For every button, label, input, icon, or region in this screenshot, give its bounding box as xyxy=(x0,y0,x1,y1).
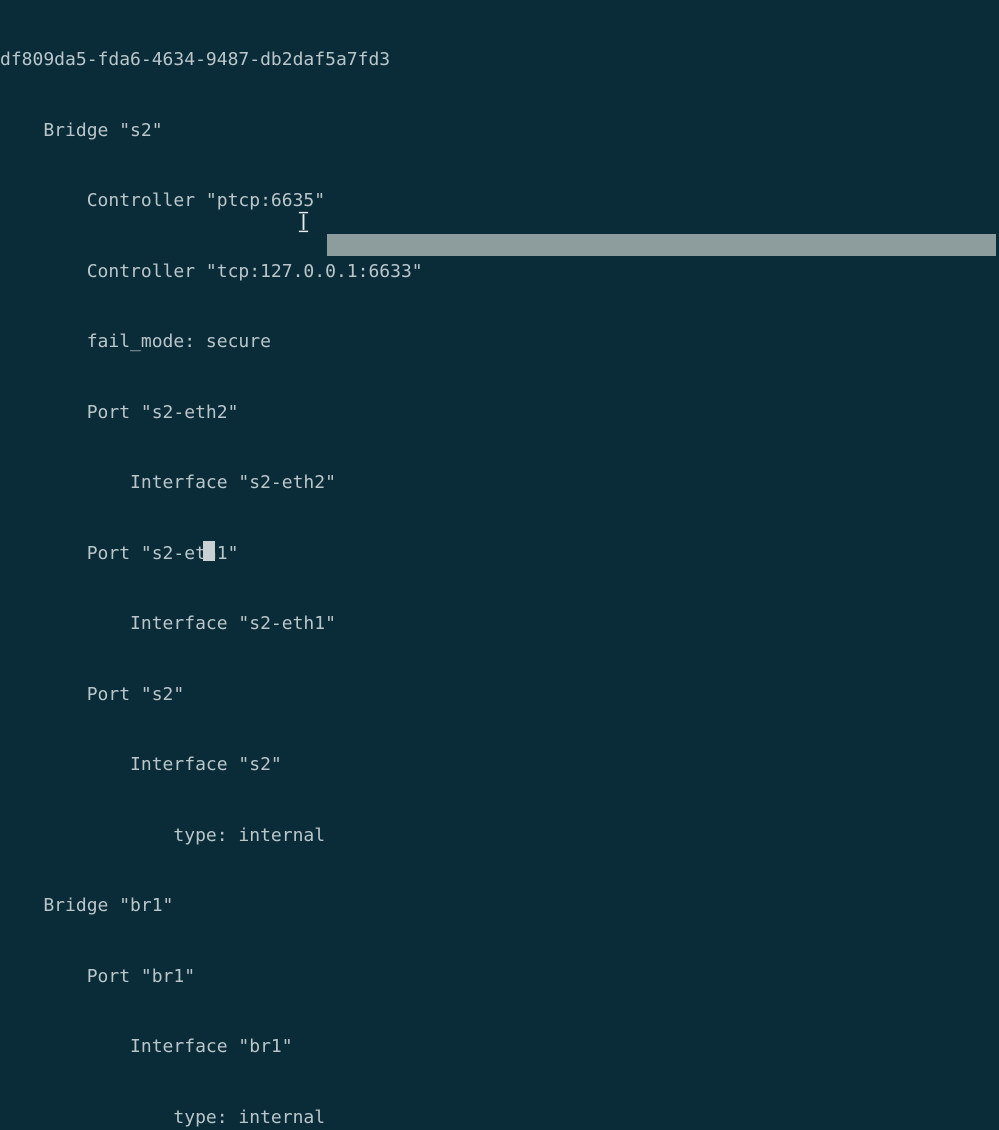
terminal-line: Port "s2-eth1" xyxy=(0,542,239,564)
terminal-line: fail_mode: secure xyxy=(0,331,271,352)
terminal-line: type: internal xyxy=(0,1106,326,1128)
terminal-window[interactable]: df809da5-fda6-4634-9487-db2daf5a7fd3 Bri… xyxy=(0,0,999,1128)
terminal-line: Port "s2" xyxy=(0,683,185,705)
terminal-line: df809da5-fda6-4634-9487-db2daf5a7fd3 xyxy=(0,49,391,70)
text-cursor xyxy=(203,541,215,561)
terminal-line: Interface "s2-eth2" xyxy=(0,472,336,493)
terminal-line: Port "br1" xyxy=(0,965,196,987)
terminal-line: Bridge "br1" xyxy=(0,895,174,916)
terminal-line: Controller "ptcp:6635" xyxy=(0,190,326,211)
terminal-line: Bridge "s2" xyxy=(0,119,163,141)
terminal-line: Interface "s2-eth1" xyxy=(0,613,336,634)
terminal-line: type: internal xyxy=(0,824,326,846)
terminal-output: df809da5-fda6-4634-9487-db2daf5a7fd3 Bri… xyxy=(0,0,999,1130)
terminal-line-selected: Interface "s2" xyxy=(0,754,282,775)
terminal-line: Interface "br1" xyxy=(0,1036,293,1057)
terminal-line: Controller "tcp:127.0.0.1:6633" xyxy=(0,260,423,282)
terminal-line: Port "s2-eth2" xyxy=(0,401,239,423)
